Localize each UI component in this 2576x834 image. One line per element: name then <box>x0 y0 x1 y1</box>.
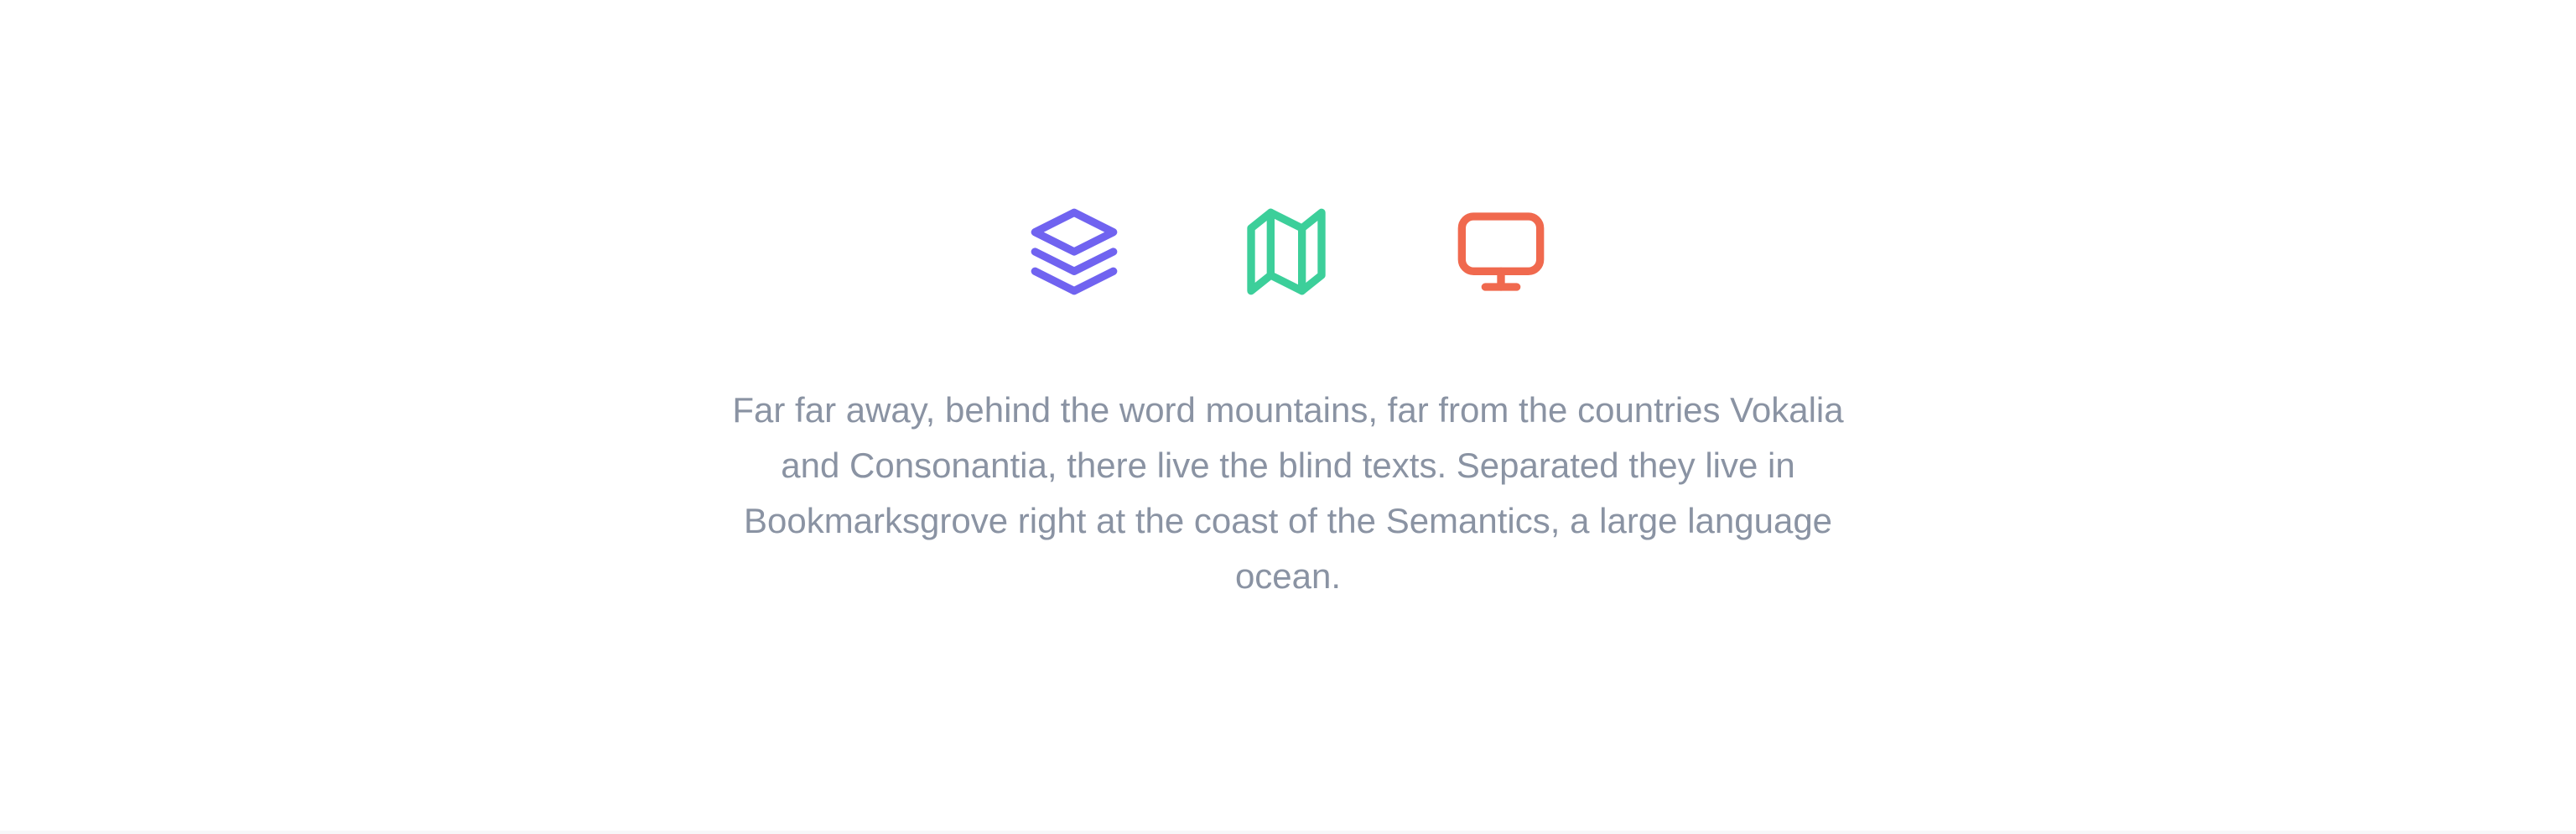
feature-icons-row <box>0 205 2576 299</box>
layers-icon <box>1027 205 1121 299</box>
monitor-icon <box>1454 205 1548 299</box>
section-divider <box>0 831 2576 834</box>
map-icon <box>1239 205 1333 299</box>
feature-description: Far far away, behind the word mountains,… <box>732 390 1844 596</box>
features-section: Far far away, behind the word mountains,… <box>0 0 2576 831</box>
